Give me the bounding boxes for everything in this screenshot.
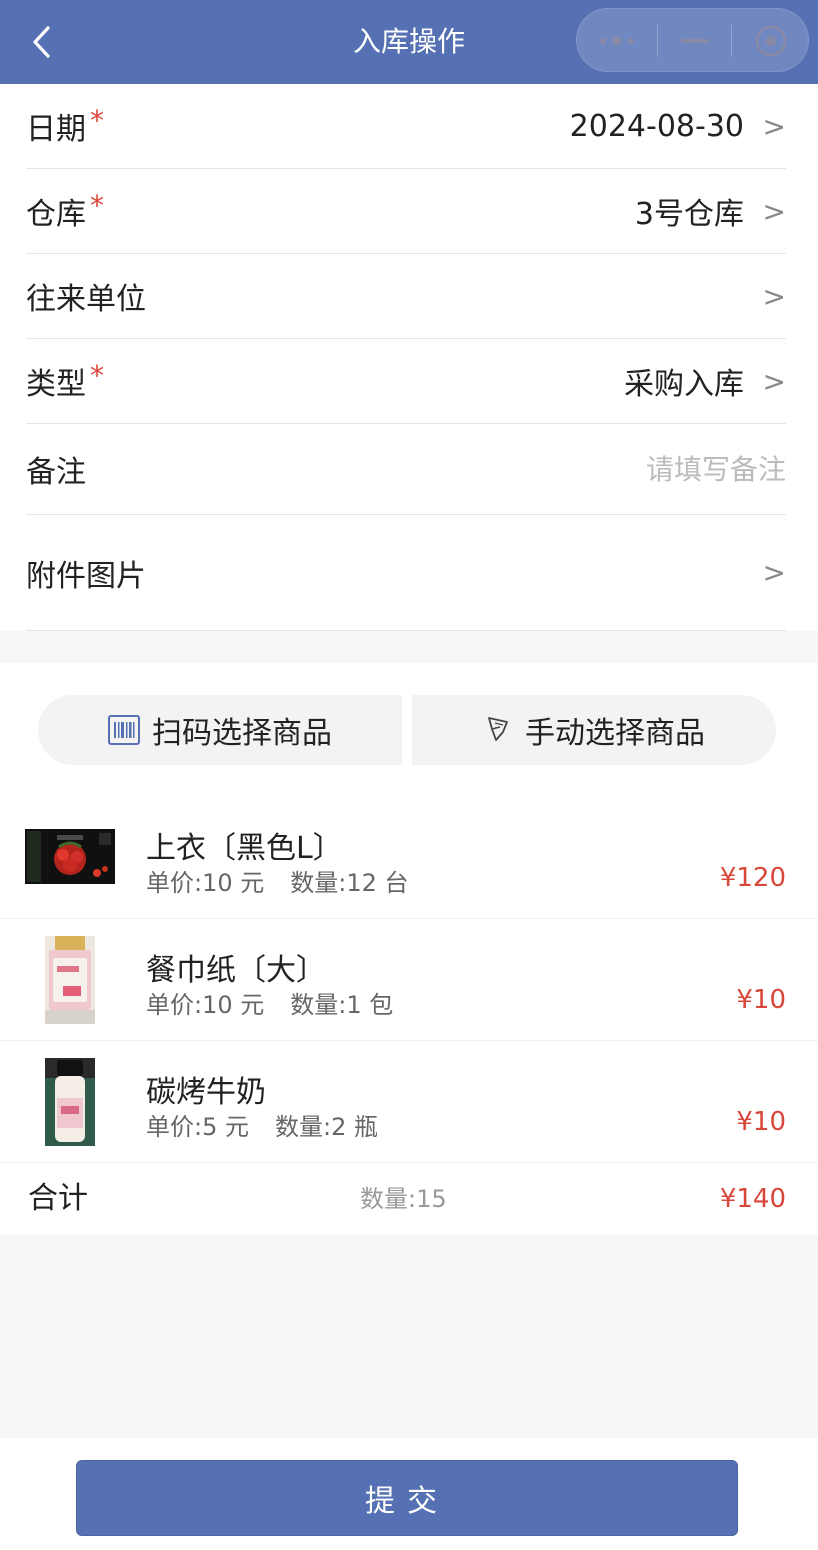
barcode-icon: [108, 714, 140, 746]
item-name: 碳烤牛奶: [146, 1075, 266, 1110]
item-unit-price: 单价:5 元: [146, 1113, 249, 1141]
minimize-button[interactable]: [658, 9, 731, 73]
attachment-label: 附件图片: [26, 558, 146, 594]
total-label: 合计: [28, 1181, 88, 1216]
chevron-right-icon: >: [762, 556, 786, 589]
type-row[interactable]: 类型 * 采购入库 >: [26, 339, 786, 424]
total-quantity: 数量:15: [360, 1185, 447, 1213]
required-mark: *: [90, 358, 104, 392]
scan-select-label: 扫码选择商品: [152, 716, 332, 751]
date-row[interactable]: 日期 * 2024-08-30 >: [26, 84, 786, 169]
item-unit-price: 单价:10 元: [146, 869, 265, 897]
remark-label: 备注: [26, 455, 86, 490]
type-value: 采购入库: [624, 367, 744, 402]
inbound-form: 日期 * 2024-08-30 > 仓库 * 3号仓库 > 往来单位 > 类型 * 采…: [0, 84, 818, 631]
product-thumbnail: [25, 829, 115, 884]
target-circle-icon: [755, 25, 787, 57]
close-miniprogram-button[interactable]: [732, 9, 810, 73]
item-unit-price: 单价:10 元: [146, 991, 265, 1019]
more-dots-icon: [600, 36, 634, 46]
manual-select-button[interactable]: 手动选择商品: [412, 695, 776, 765]
required-mark: *: [90, 103, 104, 137]
product-thumbnail: [45, 1058, 95, 1146]
item-amount: ¥10: [736, 985, 786, 1015]
warehouse-label: 仓库: [26, 197, 86, 232]
manual-select-label: 手动选择商品: [525, 716, 705, 751]
item-quantity: 数量:12 台: [290, 869, 409, 897]
partner-label: 往来单位: [26, 282, 146, 317]
chevron-right-icon: >: [762, 279, 786, 313]
item-name: 餐巾纸〔大〕: [146, 953, 326, 988]
chevron-right-icon: >: [762, 109, 786, 143]
warehouse-row[interactable]: 仓库 * 3号仓库 >: [26, 169, 786, 254]
attachment-row[interactable]: 附件图片 >: [26, 515, 786, 631]
list-item[interactable]: 碳烤牛奶 单价:5 元数量:2 瓶 ¥10: [0, 1041, 818, 1163]
item-amount: ¥10: [736, 1107, 786, 1137]
miniprogram-capsule: [576, 8, 809, 72]
item-name: 上衣〔黑色L〕: [146, 831, 343, 866]
navigation-bar: 入库操作: [0, 0, 818, 84]
total-row: 合计 数量:15 ¥140: [0, 1163, 818, 1235]
submit-button[interactable]: 提交: [76, 1460, 738, 1536]
item-quantity: 数量:2 瓶: [274, 1113, 378, 1141]
date-value: 2024-08-30: [569, 108, 744, 144]
more-button[interactable]: [577, 9, 657, 73]
chevron-right-icon: >: [762, 364, 786, 398]
footer-bar: 提交: [0, 1438, 818, 1550]
item-quantity: 数量:1 包: [290, 991, 394, 1019]
chevron-right-icon: >: [762, 194, 786, 228]
item-amount: ¥120: [719, 863, 786, 893]
minimize-icon: [680, 39, 709, 43]
list-item[interactable]: 餐巾纸〔大〕 单价:10 元数量:1 包 ¥10: [0, 919, 818, 1041]
product-thumbnail: [45, 936, 95, 1024]
required-mark: *: [90, 188, 104, 222]
partner-row[interactable]: 往来单位 >: [26, 254, 786, 339]
list-item[interactable]: 上衣〔黑色L〕 单价:10 元数量:12 台 ¥120: [0, 797, 818, 919]
goods-section: 扫码选择商品 手动选择商品 上衣〔黑色L〕 单价:10 元 数量:12 台 ¥1…: [0, 663, 818, 1235]
total-amount: ¥140: [719, 1184, 786, 1214]
remark-input[interactable]: [426, 424, 786, 514]
date-label: 日期: [26, 112, 86, 147]
scan-select-button[interactable]: 扫码选择商品: [38, 695, 402, 765]
remark-row: 备注: [26, 424, 786, 515]
type-label: 类型: [26, 367, 86, 402]
hand-select-icon: [483, 714, 513, 746]
warehouse-value: 3号仓库: [634, 197, 744, 232]
